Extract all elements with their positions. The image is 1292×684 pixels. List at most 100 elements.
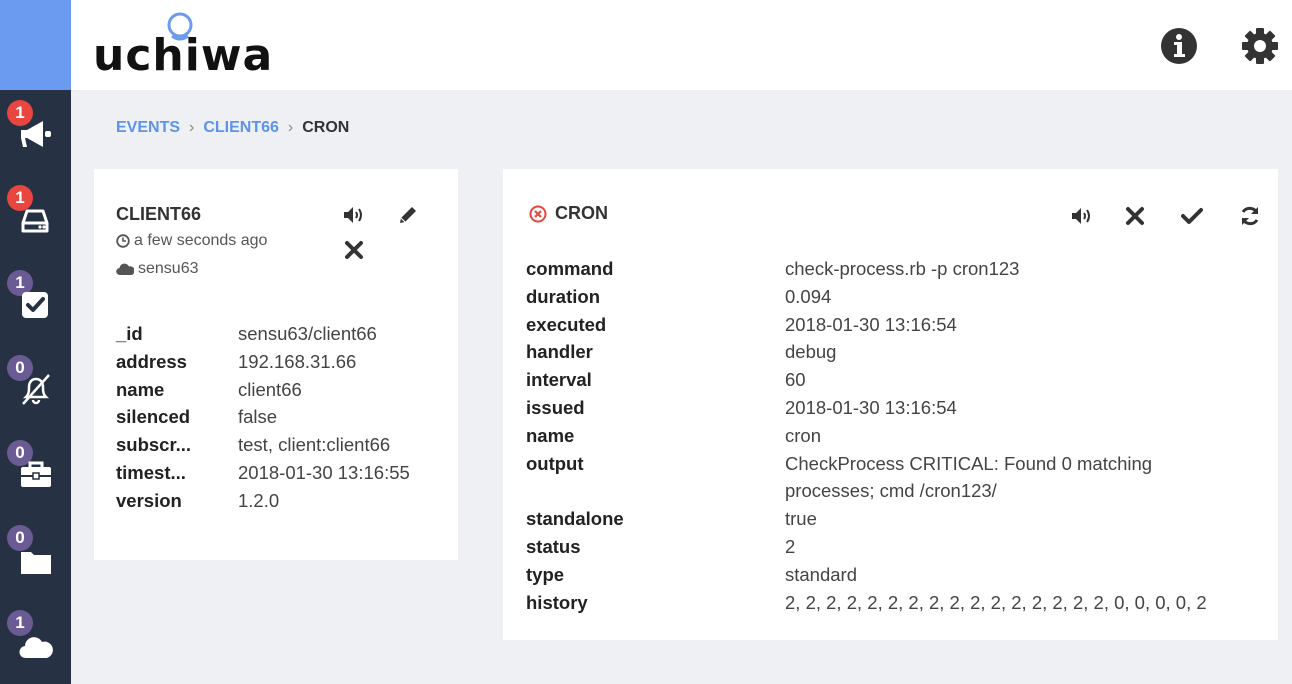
field-key: interval bbox=[526, 369, 592, 391]
check-field-row: status 2 bbox=[526, 533, 1207, 561]
sidebar-item-silenced[interactable]: 0 bbox=[0, 355, 71, 415]
logo-text: uchiwa bbox=[93, 30, 274, 81]
client-field-row: version 1.2.0 bbox=[116, 487, 410, 515]
field-value: 0.094 bbox=[785, 285, 832, 307]
datacenter-text: sensu63 bbox=[138, 260, 199, 277]
check-field-row: command check-process.rb -p cron123 bbox=[526, 255, 1207, 283]
sidebar-item-datacenters[interactable]: 1 bbox=[0, 610, 71, 670]
sidebar: 1 1 1 0 0 0 1 bbox=[0, 90, 71, 684]
field-key: status bbox=[526, 535, 581, 557]
check-field-row: interval 60 bbox=[526, 366, 1207, 394]
last-seen-text: a few seconds ago bbox=[134, 232, 268, 249]
field-value: debug bbox=[785, 341, 837, 363]
check-field-row: history 2, 2, 2, 2, 2, 2, 2, 2, 2, 2, 2, … bbox=[526, 589, 1207, 617]
top-header: uchiwa bbox=[71, 0, 1292, 90]
field-value: 60 bbox=[785, 369, 806, 391]
field-value: 2018-01-30 13:16:55 bbox=[238, 461, 410, 483]
check-panel: CRON command check-process.rb -p cron123 … bbox=[503, 169, 1278, 640]
silence-check-icon[interactable] bbox=[1070, 204, 1094, 228]
client-field-row: subscr... test, client:client66 bbox=[116, 431, 410, 459]
sidebar-item-events[interactable]: 1 bbox=[0, 100, 71, 160]
check-square-icon bbox=[22, 292, 48, 318]
field-value: CheckProcess CRITICAL: Found 0 matching bbox=[785, 452, 1153, 474]
check-field-row: duration 0.094 bbox=[526, 283, 1207, 311]
sidebar-item-checks[interactable]: 1 bbox=[0, 270, 71, 330]
field-value: sensu63/client66 bbox=[238, 323, 377, 344]
bullhorn-icon bbox=[21, 121, 51, 147]
client-field-row: _id sensu63/client66 bbox=[116, 320, 410, 348]
field-value: check-process.rb -p cron123 bbox=[785, 258, 1020, 279]
field-key: command bbox=[526, 258, 614, 279]
field-value: 1.2.0 bbox=[238, 489, 280, 511]
breadcrumb-client-link[interactable]: CLIENT66 bbox=[203, 119, 279, 136]
check-field-row: name cron bbox=[526, 422, 1207, 450]
folder-icon bbox=[21, 552, 51, 574]
silence-client-icon[interactable] bbox=[342, 203, 366, 227]
field-key: _id bbox=[116, 323, 143, 344]
field-value: 2018-01-30 13:16:54 bbox=[785, 396, 957, 418]
check-field-row-continued: processes; cmd /cron123/ bbox=[526, 477, 1207, 505]
check-field-row: output CheckProcess CRITICAL: Found 0 mat… bbox=[526, 450, 1207, 478]
field-key: timest... bbox=[116, 461, 186, 483]
breadcrumb-events-link[interactable]: EVENTS bbox=[116, 119, 180, 136]
check-field-row: handler debug bbox=[526, 338, 1207, 366]
field-value: 2018-01-30 13:16:54 bbox=[785, 313, 957, 335]
field-value: cron bbox=[785, 424, 821, 446]
sidebar-item-stashes[interactable]: 0 bbox=[0, 440, 71, 500]
check-field-row: issued 2018-01-30 13:16:54 bbox=[526, 394, 1207, 422]
field-key: executed bbox=[526, 313, 607, 335]
breadcrumb: EVENTS › CLIENT66 › CRON bbox=[116, 119, 349, 137]
check-field-row: standalone true bbox=[526, 505, 1207, 533]
check-fields: command check-process.rb -p cron123 durat… bbox=[526, 255, 1207, 616]
bell-slash-icon bbox=[22, 374, 50, 405]
client-title: CLIENT66 bbox=[116, 204, 202, 224]
chevron-right-icon: › bbox=[189, 119, 195, 136]
critical-status-icon bbox=[529, 205, 547, 223]
clock-icon bbox=[116, 234, 130, 248]
field-value: client66 bbox=[238, 378, 302, 400]
sidebar-top bbox=[0, 0, 71, 90]
field-key: name bbox=[116, 378, 165, 400]
field-key: duration bbox=[526, 285, 600, 307]
field-value: 192.168.31.66 bbox=[238, 350, 357, 372]
delete-client-icon[interactable] bbox=[342, 238, 366, 262]
hdd-icon bbox=[21, 209, 49, 233]
field-key: standalone bbox=[526, 508, 624, 530]
field-key: version bbox=[116, 489, 182, 511]
refresh-icon[interactable] bbox=[1238, 204, 1262, 228]
field-key: type bbox=[526, 563, 565, 585]
check-field-row: type standard bbox=[526, 561, 1207, 589]
field-key: name bbox=[526, 424, 575, 446]
field-value: false bbox=[238, 406, 278, 428]
breadcrumb-current: CRON bbox=[302, 119, 350, 136]
field-key: handler bbox=[526, 341, 593, 363]
field-key: issued bbox=[526, 396, 585, 418]
gear-icon[interactable] bbox=[1241, 27, 1279, 65]
field-key: history bbox=[526, 591, 588, 613]
field-value: true bbox=[785, 508, 817, 530]
field-key: address bbox=[116, 350, 187, 372]
client-field-row: name client66 bbox=[116, 376, 410, 404]
info-icon[interactable] bbox=[1160, 27, 1198, 65]
field-value: standard bbox=[785, 563, 857, 585]
field-value: processes; cmd /cron123/ bbox=[785, 480, 997, 502]
sidebar-item-clients[interactable]: 1 bbox=[0, 185, 71, 245]
uchiwa-logo[interactable]: uchiwa bbox=[93, 10, 272, 81]
field-key: silenced bbox=[116, 406, 191, 428]
resolve-check-icon[interactable] bbox=[1180, 204, 1204, 228]
delete-check-icon[interactable] bbox=[1123, 204, 1147, 228]
check-title: CRON bbox=[555, 203, 608, 223]
client-last-seen: a few seconds ago bbox=[116, 232, 267, 250]
client-fields: _id sensu63/client66 address 192.168.31.66… bbox=[116, 320, 410, 515]
sidebar-item-aggregates[interactable]: 0 bbox=[0, 525, 71, 585]
chevron-right-icon: › bbox=[287, 119, 294, 136]
client-field-row: silenced false bbox=[116, 403, 410, 431]
field-value: 2, 2, 2, 2, 2, 2, 2, 2, 2, 2, 2, 2, 2, 2… bbox=[785, 591, 1207, 613]
field-key: output bbox=[526, 452, 584, 474]
briefcase-icon bbox=[21, 461, 51, 487]
client-field-row: address 192.168.31.66 bbox=[116, 348, 410, 376]
cloud-icon bbox=[116, 263, 134, 276]
field-value: test, client:client66 bbox=[238, 434, 391, 456]
edit-client-icon[interactable] bbox=[396, 203, 420, 227]
field-value: 2 bbox=[785, 535, 796, 557]
